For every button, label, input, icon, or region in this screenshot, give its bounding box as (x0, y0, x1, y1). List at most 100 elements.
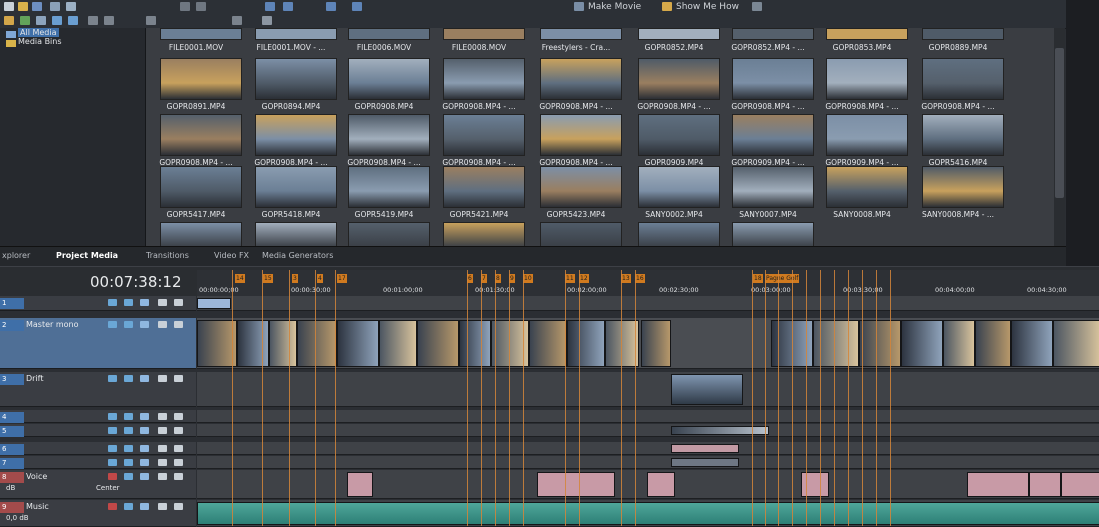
mute-icon[interactable] (158, 427, 167, 434)
compositing-icon[interactable] (124, 427, 133, 434)
media-thumbnail[interactable] (732, 166, 814, 208)
track-motion-icon[interactable] (108, 375, 117, 382)
remove-icon[interactable] (88, 16, 98, 25)
solo-icon[interactable] (174, 459, 183, 466)
mute-icon[interactable] (158, 473, 167, 480)
media-thumbnail[interactable] (826, 28, 908, 40)
tree-item-all-media[interactable]: All Media (18, 28, 59, 37)
search-icon[interactable] (262, 16, 272, 25)
track-lane[interactable] (197, 296, 1099, 311)
media-thumbnail[interactable] (255, 222, 337, 246)
video-event[interactable] (1053, 320, 1099, 367)
media-thumbnail[interactable] (638, 166, 720, 208)
solo-icon[interactable] (174, 503, 183, 510)
track-fx-icon[interactable] (140, 375, 149, 382)
track-motion-icon[interactable] (108, 413, 117, 420)
time-ruler[interactable]: 00:00:00;0000:00:30;0000:01:00;0000:01:3… (197, 270, 1099, 296)
media-file-label[interactable]: GOPR0908.MP4 (338, 102, 430, 111)
compositing-icon[interactable] (124, 459, 133, 466)
media-thumbnail[interactable] (255, 166, 337, 208)
media-file-label[interactable]: SANY0007.MP4 (722, 210, 814, 219)
track-header[interactable]: 7 (0, 456, 196, 469)
media-thumbnail[interactable] (255, 58, 337, 100)
media-thumbnail[interactable] (160, 166, 242, 208)
compositing-icon[interactable] (124, 503, 133, 510)
video-event[interactable] (197, 298, 231, 309)
media-file-label[interactable]: FILE0008.MOV (433, 43, 525, 52)
video-event[interactable] (671, 426, 769, 435)
media-file-label[interactable]: SANY0008.MP4 - ... (912, 210, 1004, 219)
video-event[interactable] (671, 458, 739, 467)
timeline-marker[interactable]: 17 (337, 274, 347, 283)
video-event[interactable] (337, 320, 379, 367)
media-file-label[interactable]: FILE0001.MOV - ... (245, 43, 337, 52)
video-event[interactable] (859, 320, 901, 367)
track-header[interactable]: 3 Drift (0, 372, 196, 407)
timeline-marker[interactable]: 3 (292, 274, 298, 283)
video-event[interactable] (567, 320, 605, 367)
auto-ripple-icon[interactable] (283, 2, 293, 11)
media-thumbnail[interactable] (160, 222, 242, 246)
audio-event[interactable] (967, 472, 1029, 497)
track-fx-icon[interactable] (140, 459, 149, 466)
track-lane[interactable] (197, 424, 1099, 437)
timeline-marker[interactable]: 15 (263, 274, 273, 283)
track-header[interactable]: 4 (0, 410, 196, 423)
track-motion-icon[interactable] (108, 459, 117, 466)
track-name[interactable]: Voice (26, 472, 47, 481)
make-movie-icon[interactable] (574, 2, 584, 11)
track-motion-icon[interactable] (108, 321, 117, 328)
properties-icon[interactable] (50, 2, 60, 11)
media-file-label[interactable]: GOPR0908.MP4 - ... (628, 102, 720, 111)
media-thumbnail[interactable] (540, 222, 622, 246)
media-thumbnail[interactable] (826, 58, 908, 100)
tab-explorer[interactable]: xplorer (2, 251, 30, 260)
track-header[interactable]: 9 Music 0,0 dB (0, 500, 196, 527)
compositing-icon[interactable] (124, 473, 133, 480)
media-thumbnail[interactable] (540, 28, 622, 40)
media-thumbnail[interactable] (255, 114, 337, 156)
media-file-label[interactable]: GOPR5419.MP4 (338, 210, 430, 219)
solo-icon[interactable] (174, 445, 183, 452)
audio-event[interactable] (537, 472, 615, 497)
show-me-how-icon[interactable] (662, 2, 672, 11)
save-icon[interactable] (32, 2, 42, 11)
media-thumbnail[interactable] (160, 28, 242, 40)
compositing-icon[interactable] (124, 375, 133, 382)
track-fx-icon[interactable] (140, 413, 149, 420)
video-event[interactable] (459, 320, 491, 367)
track-header[interactable]: 2 Master mono (0, 318, 196, 369)
track-lane[interactable] (197, 372, 1099, 407)
track-motion-icon[interactable] (108, 445, 117, 452)
media-thumbnail[interactable] (443, 166, 525, 208)
track-name[interactable]: Drift (26, 374, 43, 383)
solo-icon[interactable] (174, 299, 183, 306)
media-thumbnail[interactable] (826, 166, 908, 208)
tree-item-media-bins[interactable]: Media Bins (18, 37, 62, 46)
media-thumbnail[interactable] (732, 222, 814, 246)
import-media-icon[interactable] (4, 16, 14, 25)
tab-transitions[interactable]: Transitions (146, 251, 189, 260)
timeline-marker[interactable]: 13 (621, 274, 631, 283)
video-event[interactable] (901, 320, 943, 367)
track-fx-icon[interactable] (140, 321, 149, 328)
media-thumbnail[interactable] (540, 114, 622, 156)
track-fx-icon[interactable] (140, 445, 149, 452)
media-thumbnail[interactable] (160, 114, 242, 156)
media-file-label[interactable]: GOPR0908.MP4 - ... (816, 102, 908, 111)
refresh-icon[interactable] (52, 16, 62, 25)
media-file-label[interactable]: Freestylers - Cra... (530, 43, 622, 52)
audio-event[interactable] (347, 472, 373, 497)
media-thumbnail[interactable] (443, 114, 525, 156)
track-lane[interactable] (197, 410, 1099, 423)
video-event[interactable] (417, 320, 459, 367)
ignore-grouping-icon[interactable] (352, 2, 362, 11)
media-thumbnail[interactable] (348, 114, 430, 156)
track-lane[interactable] (197, 318, 1099, 369)
track-lane[interactable] (197, 456, 1099, 469)
media-thumbnail[interactable] (638, 222, 720, 246)
audio-event[interactable] (197, 502, 1099, 525)
track-motion-icon[interactable] (108, 427, 117, 434)
track-header[interactable]: 5 (0, 424, 196, 437)
media-thumbnail[interactable] (348, 222, 430, 246)
